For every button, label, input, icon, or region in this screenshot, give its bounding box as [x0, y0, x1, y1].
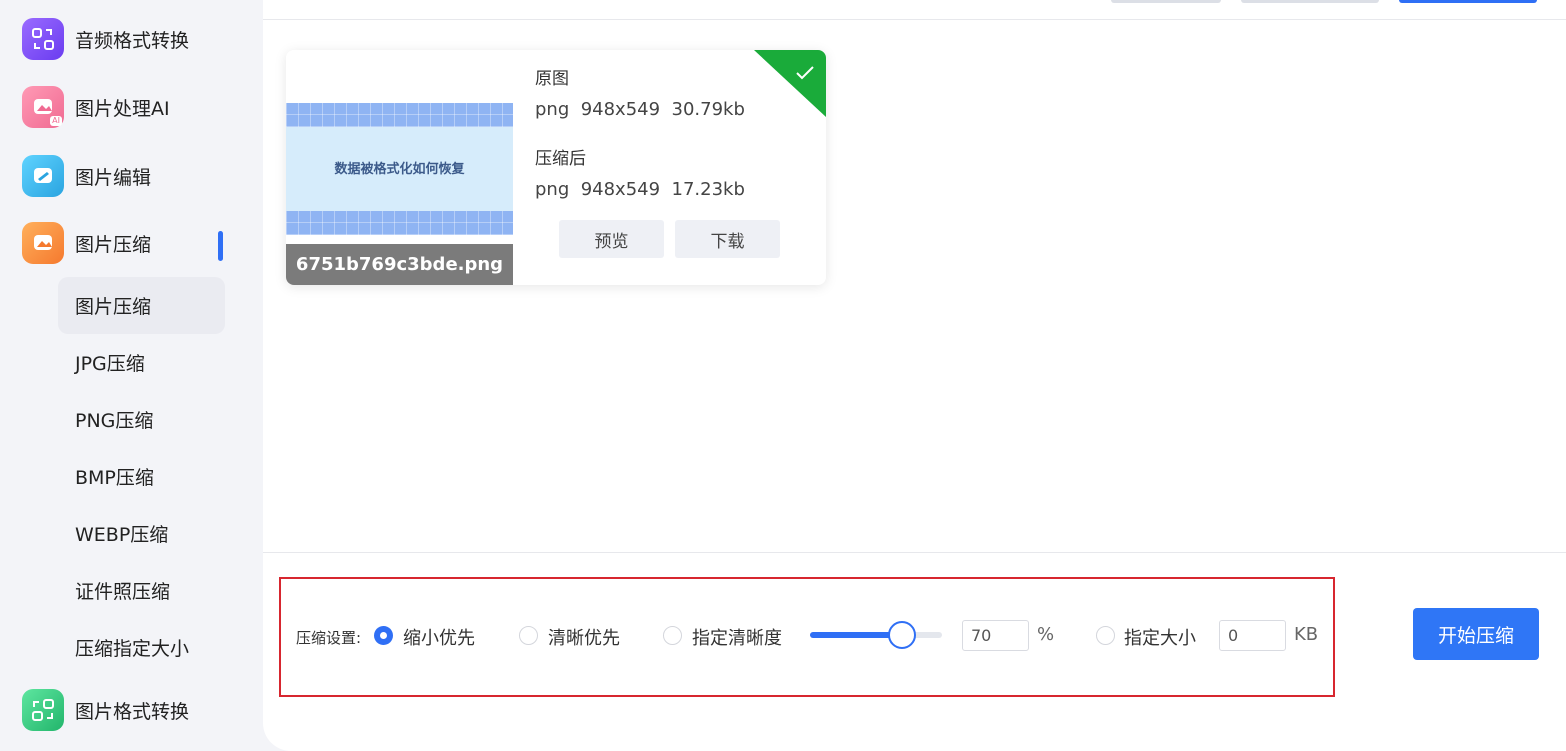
main-panel: 数据被格式化如何恢复 6751b769c3bde.png 原图 png 948x…	[263, 0, 1566, 751]
sub-item-jpg-compress[interactable]: JPG压缩	[58, 334, 225, 391]
sub-item-bmp-compress[interactable]: BMP压缩	[58, 448, 225, 505]
check-icon	[796, 66, 814, 80]
sidebar: 音频格式转换 AI 图片处理AI 图片编辑 图片压缩 图片压缩 JPG压缩 PN…	[0, 0, 245, 751]
radio-label-specify-clarity[interactable]: 指定清晰度	[692, 624, 782, 650]
result-card: 数据被格式化如何恢复 6751b769c3bde.png 原图 png 948x…	[286, 50, 826, 285]
top-button-1[interactable]	[1111, 0, 1221, 3]
sidebar-item-image-format[interactable]: 图片格式转换	[22, 688, 232, 732]
sidebar-item-label: 图片编辑	[75, 166, 152, 189]
compressed-label: 压缩后	[535, 149, 586, 169]
sidebar-item-label: 图片处理AI	[75, 97, 170, 120]
settings-divider	[263, 552, 1566, 553]
size-unit: KB	[1294, 624, 1319, 645]
sidebar-item-image-edit[interactable]: 图片编辑	[22, 154, 232, 198]
sub-item-image-compress[interactable]: 图片压缩	[58, 277, 225, 334]
radio-specify-clarity[interactable]	[663, 626, 682, 645]
download-button[interactable]: 下载	[675, 220, 780, 258]
sub-item-png-compress[interactable]: PNG压缩	[58, 391, 225, 448]
image-compress-icon	[22, 222, 64, 264]
original-label: 原图	[535, 69, 569, 89]
file-name: 6751b769c3bde.png	[286, 244, 513, 285]
image-format-icon	[22, 689, 64, 731]
size-input[interactable]	[1219, 620, 1286, 651]
thumbnail-image: 数据被格式化如何恢复	[286, 103, 513, 235]
radio-label-specify-size[interactable]: 指定大小	[1124, 624, 1196, 650]
image-ai-icon: AI	[22, 86, 64, 128]
sidebar-item-label: 音频格式转换	[75, 29, 190, 52]
sub-item-compress-to-size[interactable]: 压缩指定大小	[58, 619, 225, 676]
header-divider	[263, 19, 1566, 20]
sidebar-item-label: 图片格式转换	[75, 700, 190, 723]
quality-unit: %	[1037, 624, 1055, 645]
quality-input[interactable]	[962, 620, 1029, 651]
sidebar-item-audio-convert[interactable]: 音频格式转换	[22, 17, 232, 61]
image-edit-icon	[22, 155, 64, 197]
thumbnail-text: 数据被格式化如何恢复	[334, 162, 465, 177]
sidebar-item-label: 图片压缩	[75, 233, 152, 256]
start-compress-button[interactable]: 开始压缩	[1413, 608, 1539, 660]
radio-label-shrink-priority[interactable]: 缩小优先	[403, 624, 475, 650]
radio-shrink-priority[interactable]	[374, 626, 393, 645]
radio-clarity-priority[interactable]	[519, 626, 538, 645]
ai-badge: AI	[50, 116, 62, 126]
sidebar-item-image-compress[interactable]: 图片压缩	[22, 221, 232, 265]
preview-button[interactable]: 预览	[559, 220, 664, 258]
thumbnail[interactable]: 数据被格式化如何恢复 6751b769c3bde.png	[286, 50, 513, 285]
quality-slider-thumb[interactable]	[888, 621, 917, 649]
top-button-2[interactable]	[1241, 0, 1379, 3]
compression-settings: 压缩设置: 缩小优先 清晰优先 指定清晰度 % 指定大小 KB	[279, 577, 1335, 697]
top-button-3[interactable]	[1399, 0, 1537, 3]
compressed-info: png 948x549 17.23kb	[535, 179, 745, 200]
sub-item-id-photo-compress[interactable]: 证件照压缩	[58, 562, 225, 619]
audio-convert-icon	[22, 18, 64, 60]
radio-label-clarity-priority[interactable]: 清晰优先	[548, 624, 620, 650]
original-info: png 948x549 30.79kb	[535, 99, 745, 120]
radio-specify-size[interactable]	[1096, 626, 1115, 645]
sidebar-item-image-ai[interactable]: AI 图片处理AI	[22, 85, 232, 129]
settings-label: 压缩设置:	[296, 629, 362, 647]
active-indicator	[218, 231, 223, 261]
sub-item-webp-compress[interactable]: WEBP压缩	[58, 505, 225, 562]
quality-slider[interactable]	[810, 621, 942, 649]
